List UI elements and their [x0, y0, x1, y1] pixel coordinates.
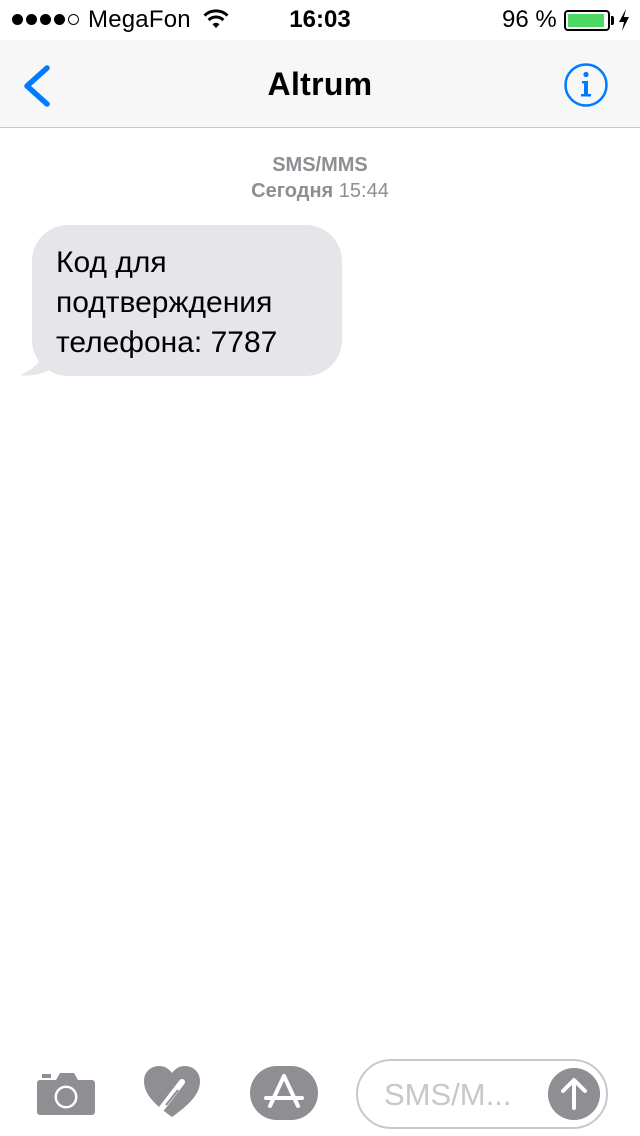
navigation-bar: Altrum [0, 40, 640, 128]
compose-field[interactable] [356, 1059, 608, 1129]
message-line: подтверждения [56, 286, 273, 319]
camera-icon[interactable] [36, 1066, 96, 1118]
battery-percentage: 96 % [502, 6, 557, 33]
timestamp-time: 15:44 [338, 180, 389, 202]
battery-nub [611, 16, 614, 25]
timestamp-day: Сегодня [251, 180, 334, 202]
service-label: SMS/MMS [272, 154, 368, 176]
app-store-icon[interactable] [250, 1066, 318, 1120]
message-line: Код для [56, 246, 167, 279]
info-icon[interactable] [563, 62, 609, 108]
message-line: телефона: 7787 [56, 326, 278, 359]
message-input[interactable] [384, 1073, 534, 1117]
heart-icon[interactable] [142, 1064, 202, 1120]
message-bubble[interactable]: Код для подтверждения телефона: 7787 [32, 225, 342, 376]
charging-bolt-icon [619, 9, 629, 31]
message-toolbar [0, 1048, 640, 1136]
message-incoming[interactable]: Код для подтверждения телефона: 7787 [20, 225, 345, 377]
battery-icon [564, 10, 610, 31]
message-timestamp: Сегодня 15:44 [0, 180, 640, 203]
status-bar: MegaFon 16:03 96 % [0, 0, 640, 40]
arrow-up-icon[interactable] [548, 1068, 600, 1120]
conversation-title[interactable]: Altrum [0, 66, 640, 103]
